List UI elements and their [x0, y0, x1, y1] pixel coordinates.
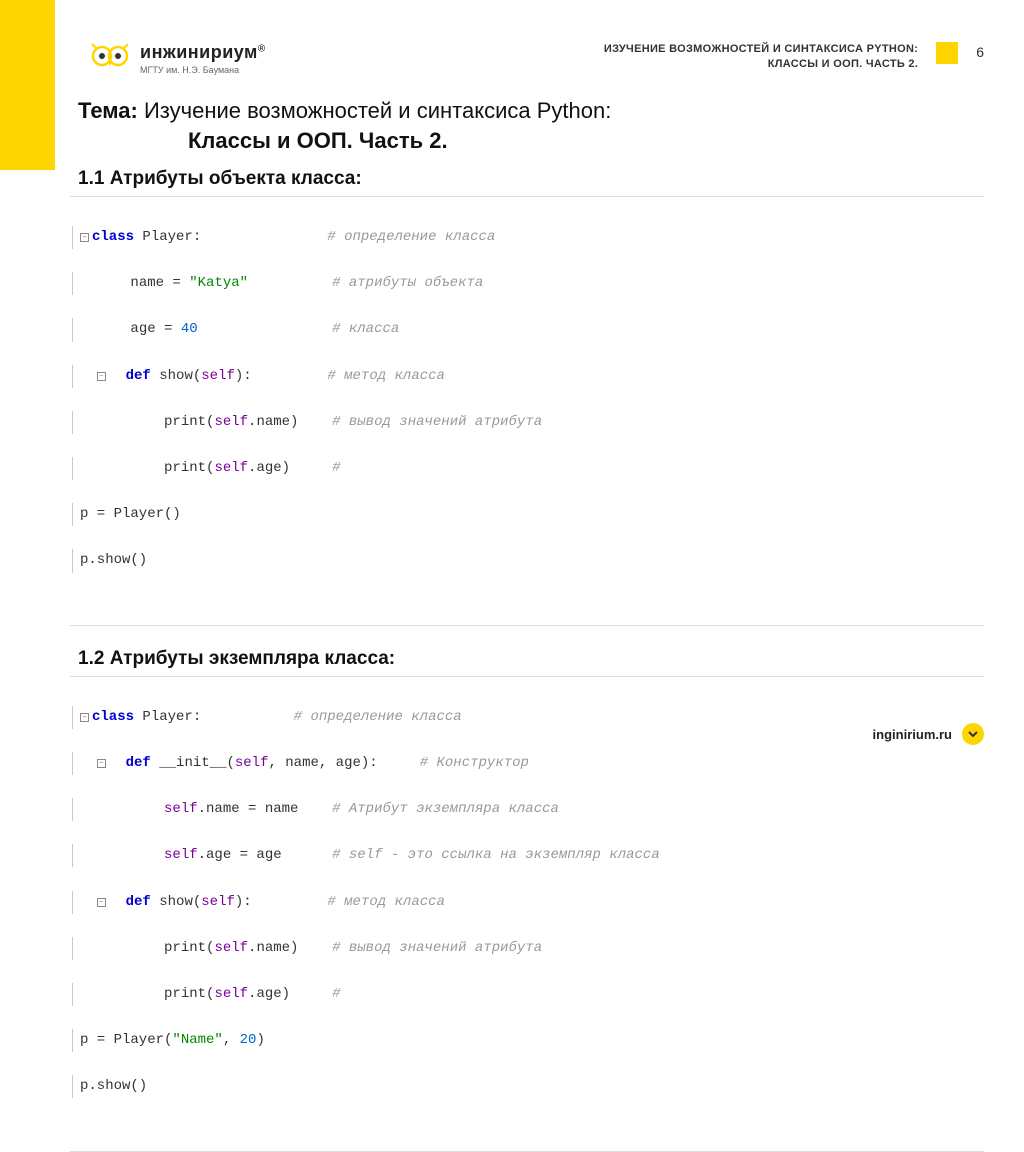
- code-line: print(self.age) #: [70, 983, 984, 1006]
- code-line: self.name = name # Атрибут экземпляра кл…: [70, 798, 984, 821]
- code-block-1: −class Player: # определение класса name…: [70, 196, 984, 626]
- code-line: − def show(self): # метод класса: [70, 891, 984, 914]
- topic-label: Тема:: [78, 98, 138, 123]
- code-line: p = Player("Name", 20): [70, 1029, 984, 1052]
- topic-line: Тема: Изучение возможностей и синтаксиса…: [78, 98, 984, 124]
- code-block-2: −class Player: # определение класса − de…: [70, 676, 984, 1152]
- fold-icon: −: [97, 898, 106, 907]
- main-content: Тема: Изучение возможностей и синтаксиса…: [78, 98, 984, 1152]
- code-line: − def show(self): # метод класса: [70, 365, 984, 388]
- header-course-title: ИЗУЧЕНИЕ ВОЗМОЖНОСТЕЙ И СИНТАКСИСА PYTHO…: [604, 42, 918, 73]
- header-title-line2: КЛАССЫ И ООП. ЧАСТЬ 2.: [604, 57, 918, 72]
- owl-logo-icon: [90, 42, 130, 70]
- code-line: self.age = age # self - это ссылка на эк…: [70, 844, 984, 867]
- topic-text: Изучение возможностей и синтаксиса Pytho…: [144, 98, 611, 123]
- page-footer: inginirium.ru: [873, 723, 984, 745]
- fold-icon: −: [80, 233, 89, 242]
- code-line: name = "Katya" # атрибуты объекта: [70, 272, 984, 295]
- accent-square-icon: [936, 42, 958, 64]
- chevron-down-icon: [962, 723, 984, 745]
- logo-text: инжинириум® МГТУ им. Н.Э. Баумана: [140, 42, 265, 75]
- footer-url: inginirium.ru: [873, 727, 952, 742]
- code-line: −class Player: # определение класса: [70, 706, 984, 729]
- fold-icon: −: [80, 713, 89, 722]
- section-2-heading: 1.2 Атрибуты экземпляра класса:: [78, 648, 984, 670]
- header-right: ИЗУЧЕНИЕ ВОЗМОЖНОСТЕЙ И СИНТАКСИСА PYTHO…: [604, 42, 984, 73]
- code-line: age = 40 # класса: [70, 318, 984, 341]
- page-header: инжинириум® МГТУ им. Н.Э. Баумана ИЗУЧЕН…: [90, 42, 984, 75]
- fold-icon: −: [97, 372, 106, 381]
- left-accent-stripe: [0, 0, 55, 170]
- topic-subtitle: Классы и ООП. Часть 2.: [188, 128, 984, 154]
- code-line: p.show(): [70, 1075, 984, 1098]
- page-number: 6: [976, 42, 984, 60]
- header-title-line1: ИЗУЧЕНИЕ ВОЗМОЖНОСТЕЙ И СИНТАКСИСА PYTHO…: [604, 42, 918, 57]
- code-line: print(self.name) # вывод значений атрибу…: [70, 937, 984, 960]
- code-line: print(self.age) #: [70, 457, 984, 480]
- code-line: p = Player(): [70, 503, 984, 526]
- logo-block: инжинириум® МГТУ им. Н.Э. Баумана: [90, 42, 265, 75]
- code-line: p.show(): [70, 549, 984, 572]
- logo-subtitle: МГТУ им. Н.Э. Баумана: [140, 65, 265, 75]
- logo-registered: ®: [258, 44, 265, 55]
- code-line: print(self.name) # вывод значений атрибу…: [70, 411, 984, 434]
- code-line: − def __init__(self, name, age): # Конст…: [70, 752, 984, 775]
- code-line: −class Player: # определение класса: [70, 226, 984, 249]
- logo-main-text: инжинириум: [140, 42, 258, 62]
- section-1-heading: 1.1 Атрибуты объекта класса:: [78, 168, 984, 190]
